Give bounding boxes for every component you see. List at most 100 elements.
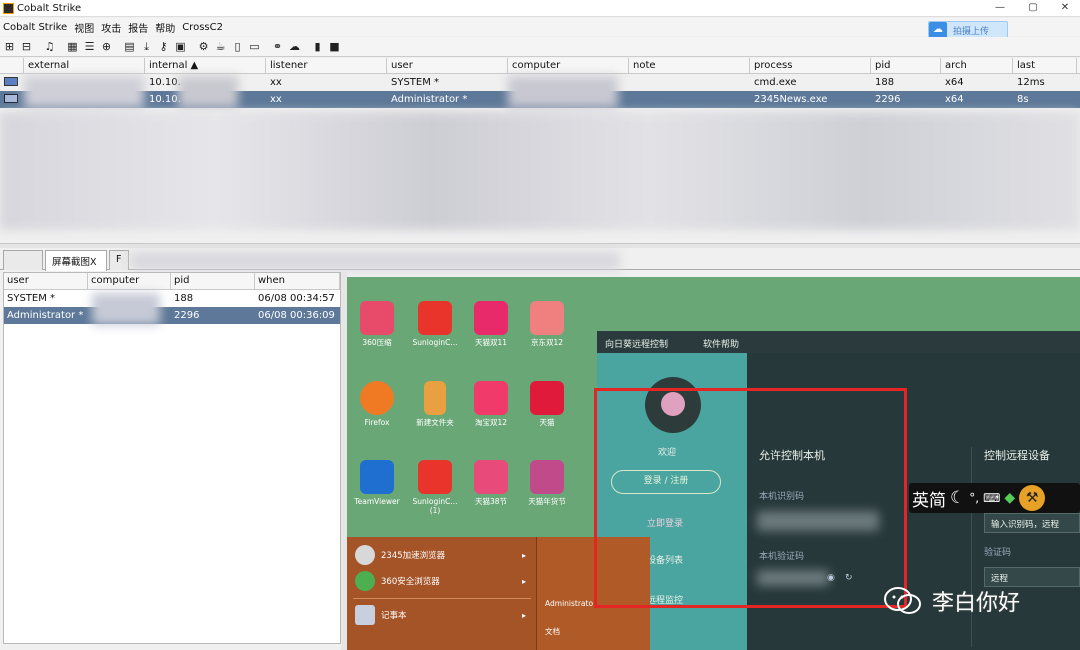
window-titlebar: Cobalt Strike — ▢ ✕ — [0, 0, 1080, 17]
browser-2345-icon — [355, 545, 375, 565]
console-icon[interactable]: ▭ — [248, 40, 261, 53]
book-icon[interactable]: ▮ — [311, 40, 324, 53]
screenshot-list-header: user computer pid when — [4, 273, 340, 290]
sunlogin-title: 向日葵远程控制 — [605, 340, 669, 350]
credentials-icon[interactable]: ▤ — [123, 40, 136, 53]
cell-process: cmd.exe — [754, 77, 797, 88]
menu-bar: Cobalt Strike 视图 攻击 报告 帮助 CrossC2 — [0, 18, 1080, 36]
coffee-icon[interactable]: ☕ — [214, 40, 227, 53]
start-item-360-browser[interactable]: 360安全浏览器 ▸ — [355, 569, 530, 593]
column-internal[interactable]: internal ▲ — [145, 58, 266, 73]
shopping-app-icon — [530, 301, 564, 335]
moon-icon: ☾ — [950, 488, 966, 508]
column-arch[interactable]: arch — [941, 58, 1013, 73]
column-note[interactable]: note — [629, 58, 750, 73]
cell-pid: 2296 — [875, 94, 901, 105]
submenu-arrow-icon: ▸ — [521, 550, 526, 560]
targets-crosshair-icon[interactable]: ⊕ — [100, 40, 113, 53]
link-icon[interactable]: ⚭ — [271, 40, 284, 53]
monitor-icon — [0, 93, 24, 106]
redacted-internal — [178, 76, 238, 108]
ime-toolbar[interactable]: 英简 ☾ °, ⌨ ◆ ⚒ — [909, 483, 1080, 513]
start-item-2345-browser[interactable]: 2345加速浏览器 ▸ — [355, 543, 530, 567]
sunlogin-header — [597, 331, 1080, 353]
redacted-tabs — [130, 252, 620, 270]
folder-icon — [424, 381, 446, 415]
list-item[interactable]: SYSTEM * 188 06/08 00:34:57 — [4, 290, 340, 307]
notepad-icon — [355, 605, 375, 625]
toolbar: ⊞ ⊟ ♫ ▦ ☰ ⊕ ▤ ⤓ ⚷ ▣ ⚙ ☕ ▯ ▭ ⚭ ☁ ▮ ■ — [0, 37, 1080, 57]
column-last[interactable]: last — [1013, 58, 1077, 73]
column-when[interactable]: when — [255, 273, 340, 289]
downloads-icon[interactable]: ⤓ — [140, 40, 153, 53]
cell-when: 06/08 00:36:09 — [258, 310, 335, 321]
screenshots-icon[interactable]: ▣ — [174, 40, 187, 53]
column-listener[interactable]: listener — [266, 58, 387, 73]
desktop-icon-new-folder: 新建文件夹 — [407, 381, 463, 427]
remote-control-title: 控制远程设备 — [984, 449, 1050, 462]
shopping-app-icon — [530, 460, 564, 494]
new-connection-icon[interactable]: ⊞ — [3, 40, 16, 53]
keystrokes-key-icon[interactable]: ⚷ — [157, 40, 170, 53]
watermark: 李白你好 — [884, 585, 1020, 617]
column-computer[interactable]: computer — [508, 58, 629, 73]
cell-arch: x64 — [945, 94, 964, 105]
cell-user: SYSTEM * — [7, 293, 56, 304]
menu-cobalt-strike[interactable]: Cobalt Strike — [3, 22, 67, 33]
start-item-notepad[interactable]: 记事本 ▸ — [355, 603, 530, 627]
listeners-headphones-icon[interactable]: ♫ — [43, 40, 56, 53]
desktop-icon-tmall-newyear: 天猫年货节 — [519, 460, 575, 506]
tab-blank[interactable] — [3, 250, 43, 270]
tab-next-label: F — [116, 254, 122, 265]
menu-help[interactable]: 帮助 — [155, 20, 175, 35]
sessions-table-header: external internal ▲ listener user comput… — [0, 58, 1080, 74]
cloud-host-icon[interactable]: ☁ — [288, 40, 301, 53]
menu-reporting[interactable]: 报告 — [128, 20, 148, 35]
cell-listener: xx — [270, 94, 282, 105]
desktop-icon-tmall38: 天猫38节 — [463, 460, 519, 506]
wrench-icon: ⚒ — [1019, 485, 1046, 511]
disconnect-icon[interactable]: ⊟ — [20, 40, 33, 53]
column-user[interactable]: user — [387, 58, 508, 73]
remote-option-field[interactable]: 远程 — [984, 567, 1080, 587]
start-menu-user[interactable]: Administrato — [545, 599, 593, 608]
column-pid[interactable]: pid — [171, 273, 255, 289]
close-button[interactable]: ✕ — [1050, 0, 1080, 17]
menu-crossc2[interactable]: CrossC2 — [182, 22, 223, 33]
browser-360-icon — [355, 571, 375, 591]
settings-gear-icon[interactable]: ⚙ — [197, 40, 210, 53]
remote-id-input[interactable]: 输入识别码，远程 — [984, 513, 1080, 533]
column-user[interactable]: user — [4, 273, 88, 289]
minimize-button[interactable]: — — [985, 0, 1015, 17]
cell-pid: 2296 — [174, 310, 200, 321]
redacted-external — [24, 76, 144, 108]
submenu-arrow-icon: ▸ — [521, 610, 526, 620]
document-icon[interactable]: ▯ — [231, 40, 244, 53]
cell-pid: 188 — [875, 77, 895, 88]
maximize-button[interactable]: ▢ — [1018, 0, 1048, 17]
column-external[interactable]: external — [24, 58, 145, 73]
sunlogin-help[interactable]: 软件帮助 — [703, 337, 739, 350]
horizontal-splitter[interactable] — [0, 243, 1080, 248]
cell-last: 8s — [1017, 94, 1029, 105]
cube-icon[interactable]: ■ — [328, 40, 341, 53]
desktop-icon-firefox: Firefox — [349, 381, 405, 427]
remote-code-label: 验证码 — [984, 548, 1012, 558]
start-menu-documents[interactable]: 文档 — [545, 626, 560, 637]
firefox-icon — [360, 381, 394, 415]
desktop-icon-tmall: 天猫 — [519, 381, 575, 427]
session-table-icon[interactable]: ☰ — [83, 40, 96, 53]
menu-view[interactable]: 视图 — [74, 20, 94, 35]
pivot-graph-icon[interactable]: ▦ — [66, 40, 79, 53]
redacted-session-rows — [0, 112, 1080, 230]
tab-next[interactable]: F — [109, 250, 129, 270]
shopping-app-icon — [474, 460, 508, 494]
list-item-selected[interactable]: Administrator * 2296 06/08 00:36:09 — [4, 307, 340, 324]
cloud-upload-label: 拍摄上传 — [953, 26, 990, 37]
menu-attacks[interactable]: 攻击 — [101, 20, 121, 35]
column-computer[interactable]: computer — [88, 273, 171, 289]
column-pid[interactable]: pid — [871, 58, 941, 73]
ime-mode-label: 英简 — [912, 490, 946, 511]
tab-screenshots[interactable]: 屏幕截图X — [45, 250, 107, 271]
column-process[interactable]: process — [750, 58, 871, 73]
